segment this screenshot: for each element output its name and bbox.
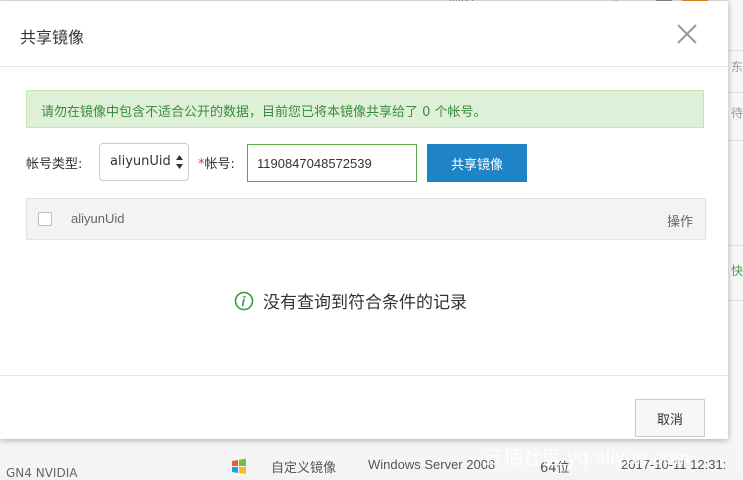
table-header: aliyunUid 操作: [26, 198, 706, 240]
close-icon: [677, 24, 697, 44]
background-instance-type: GN4 NVIDIA: [6, 466, 78, 480]
account-type-value: aliyunUid: [110, 154, 171, 169]
watermark: 云栖社区 yq.aliyun.com: [484, 448, 691, 469]
account-type-select[interactable]: aliyunUid: [99, 143, 189, 181]
close-button[interactable]: [672, 19, 702, 49]
background-right-label: 快: [731, 264, 743, 278]
background-divider: [728, 245, 743, 246]
windows-icon: [232, 458, 246, 474]
warning-alert: 请勿在镜像中包含不适合公开的数据，目前您已将本镜像共享给了 0 个帐号。: [26, 90, 704, 128]
background-os-name: Windows Server 2008: [368, 457, 496, 472]
select-arrows-icon: [176, 155, 183, 169]
background-divider: [728, 140, 743, 141]
cancel-button[interactable]: 取消: [635, 399, 705, 437]
empty-message: 没有查询到符合条件的记录: [263, 293, 467, 313]
empty-state: 没有查询到符合条件的记录: [234, 288, 467, 313]
account-label-text: 帐号:: [204, 157, 235, 172]
account-type-label: 帐号类型:: [26, 157, 83, 172]
background-right-label: 待: [731, 106, 743, 120]
dialog-header: 共享镜像: [0, 1, 728, 67]
account-label: *帐号:: [198, 153, 235, 172]
background-right-label: 东: [731, 60, 743, 74]
column-header-uid: aliyunUid: [71, 211, 125, 226]
share-image-dialog: 共享镜像 请勿在镜像中包含不适合公开的数据，目前您已将本镜像共享给了 0 个帐号…: [0, 1, 728, 439]
share-image-button[interactable]: 共享镜像: [427, 144, 527, 182]
background-divider: [728, 50, 743, 51]
dialog-footer-divider: [0, 375, 728, 376]
background-divider: [728, 300, 743, 301]
background-image-type: 自定义镜像: [271, 461, 337, 476]
column-header-action: 操作: [667, 215, 694, 230]
info-icon: [234, 291, 254, 310]
background-divider: [728, 92, 743, 93]
select-all-checkbox[interactable]: [38, 212, 52, 226]
account-input[interactable]: [247, 144, 417, 182]
alert-message: 请勿在镜像中包含不适合公开的数据，目前您已将本镜像共享给了 0 个帐号。: [41, 105, 487, 120]
dialog-title: 共享镜像: [20, 28, 85, 47]
